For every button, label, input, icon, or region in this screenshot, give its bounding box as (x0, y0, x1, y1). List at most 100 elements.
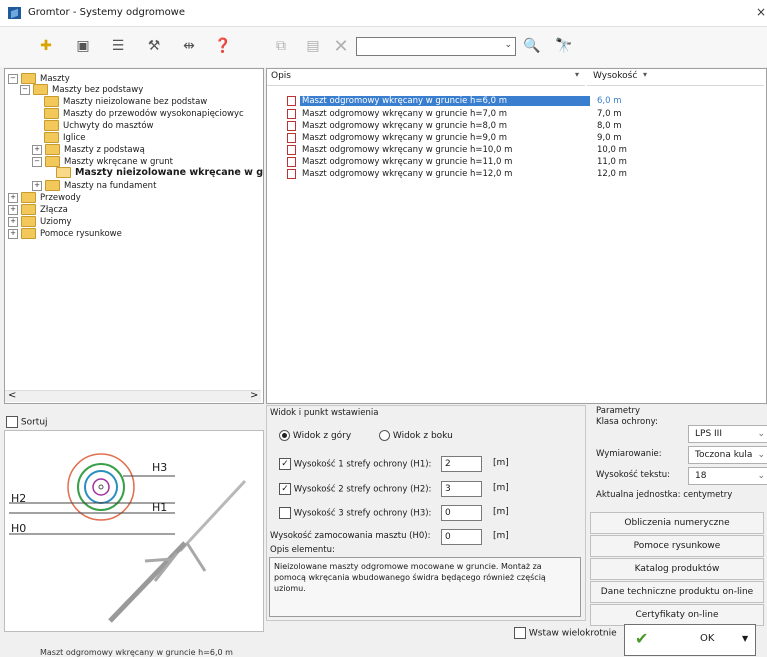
tree-item-uziomy[interactable]: + Uziomy (8, 216, 72, 227)
element-preview: H3 H2 H1 H0 (4, 430, 264, 632)
folder-icon (21, 216, 36, 227)
klasa-label: Klasa ochrony: (596, 417, 658, 427)
wymiarowanie-select[interactable]: Toczona kula ⌄ (688, 446, 767, 464)
list-row[interactable]: Maszt odgromowy wkręcany w gruncie h=8,0… (267, 120, 764, 131)
h2-checkbox[interactable]: ✓ Wysokość 2 strefy ochrony (H2): (279, 483, 431, 495)
list-icon[interactable]: ☰ (107, 35, 129, 57)
sort-checkbox-box[interactable] (6, 416, 18, 428)
certificates-online-button[interactable]: Certyfikaty on-line (590, 604, 764, 626)
copy-icon[interactable]: ⧉ (270, 35, 292, 57)
insert-multiple-checkbox[interactable]: Wstaw wielokrotnie (514, 627, 617, 639)
product-list[interactable]: Opis ▾ Wysokość ▾ Maszt odgromowy wkręca… (266, 68, 767, 404)
window-title: Gromtor - Systemy odgromowe (28, 7, 186, 18)
ok-button[interactable]: ✔ OK ▼ (624, 624, 756, 656)
folder-icon (44, 120, 59, 131)
description-box: Nieizolowane maszty odgromowe mocowane w… (269, 557, 581, 617)
tree-item-pomoce-rysunkowe[interactable]: + Pomoce rysunkowe (8, 228, 122, 239)
list-row[interactable]: Maszt odgromowy wkręcany w gruncie h=6,0… (267, 95, 764, 106)
radio-view-top[interactable]: Widok z góry (279, 430, 351, 441)
folder-open-icon (56, 167, 71, 178)
tree-item-maszty-nieizolowane-wkrecane[interactable]: Maszty nieizolowane wkręcane w gr (56, 167, 263, 178)
tree-item-przewody[interactable]: + Przewody (8, 192, 81, 203)
close-button[interactable]: × (756, 5, 766, 19)
h3-unit: [m] (493, 507, 509, 517)
ok-dropdown-arrow[interactable]: ▼ (742, 634, 748, 643)
checkmark-icon: ✔ (635, 629, 649, 648)
tree-item-maszty-na-fundament[interactable]: + Maszty na fundament (32, 180, 156, 191)
wymiarowanie-label: Wymiarowanie: (596, 449, 662, 459)
h3-input[interactable]: 0 (441, 505, 482, 521)
parameters-group-label: Parametry (596, 406, 641, 416)
tree-item-maszty-wkrecane[interactable]: − Maszty wkręcane w grunt (32, 156, 173, 167)
h3-checkbox[interactable]: Wysokość 3 strefy ochrony (H3): (279, 507, 431, 519)
chevron-down-icon[interactable]: ▾ (643, 70, 647, 79)
properties-icon[interactable]: ▤ (302, 35, 324, 57)
h0-label: Wysokość zamocowania masztu (H0): (270, 531, 431, 541)
tree-item-maszty-nieizolowane-bez-podstaw[interactable]: Maszty nieizolowane bez podstaw (44, 96, 207, 107)
list-row[interactable]: Maszt odgromowy wkręcany w gruncie h=7,0… (267, 108, 764, 119)
chevron-down-icon[interactable]: ⌄ (757, 468, 765, 484)
chevron-down-icon[interactable]: ⌄ (757, 426, 765, 442)
klasa-select[interactable]: LPS III ⌄ (688, 425, 767, 443)
tree-item-uchwyty[interactable]: Uchwyty do masztów (44, 120, 154, 131)
h2-input[interactable]: 3 (441, 481, 482, 497)
h1-input[interactable]: 2 (441, 456, 482, 472)
list-row[interactable]: Maszt odgromowy wkręcany w gruncie h=11,… (267, 156, 764, 167)
item-icon (287, 95, 296, 106)
tree-item-maszty[interactable]: − Maszty (8, 73, 70, 84)
folder-icon (21, 204, 36, 215)
label-h3: H3 (152, 461, 168, 474)
item-icon (287, 120, 296, 131)
label-h1: H1 (152, 501, 168, 514)
delete-icon[interactable]: ✕ (330, 35, 352, 57)
column-header-wysokosc[interactable]: Wysokość ▾ (587, 69, 764, 86)
label-h2: H2 (11, 492, 27, 505)
view-icon[interactable]: ▣ (72, 35, 94, 57)
folder-icon (21, 73, 36, 84)
list-row[interactable]: Maszt odgromowy wkręcany w gruncie h=12,… (267, 168, 764, 179)
product-catalog-button[interactable]: Katalog produktów (590, 558, 764, 580)
add-icon[interactable]: ✚ (35, 35, 57, 57)
folder-icon (44, 132, 59, 143)
tree-item-iglice[interactable]: Iglice (44, 132, 86, 143)
chevron-down-icon[interactable]: ⌄ (504, 40, 512, 50)
radio-view-side[interactable]: Widok z boku (379, 430, 453, 441)
app-icon (8, 7, 21, 19)
h1-checkbox[interactable]: ✓ Wysokość 1 strefy ochrony (H1): (279, 458, 431, 470)
measure-icon[interactable]: ⇹ (178, 35, 200, 57)
list-row[interactable]: Maszt odgromowy wkręcany w gruncie h=10,… (267, 144, 764, 155)
item-icon (287, 168, 296, 179)
folder-icon (45, 156, 60, 167)
h0-unit: [m] (493, 531, 509, 541)
current-unit-text: Aktualna jednostka: centymetry (596, 490, 733, 500)
h2-unit: [m] (493, 483, 509, 493)
folder-icon (44, 108, 59, 119)
tree-item-maszty-z-podstawa[interactable]: + Maszty z podstawą (32, 144, 145, 155)
chevron-down-icon[interactable]: ⌄ (757, 447, 765, 463)
tree-item-maszty-bez-podstawy[interactable]: − Maszty bez podstawy (20, 84, 143, 95)
chevron-down-icon[interactable]: ▾ (575, 70, 579, 79)
ok-label: OK (700, 633, 715, 644)
h0-input[interactable]: 0 (441, 529, 482, 545)
technical-data-online-button[interactable]: Dane techniczne produktu on-line (590, 581, 764, 603)
numerical-calculations-button[interactable]: Obliczenia numeryczne (590, 512, 764, 534)
list-row[interactable]: Maszt odgromowy wkręcany w gruncie h=9,0… (267, 132, 764, 143)
binoculars-icon[interactable]: 🔭 (553, 35, 575, 57)
tree-item-zlacza[interactable]: + Złącza (8, 204, 68, 215)
column-header-opis[interactable]: Opis ▾ (267, 69, 585, 86)
category-tree[interactable]: − Maszty − Maszty bez podstawy Maszty niei… (4, 68, 264, 404)
tree-horizontal-scrollbar[interactable]: < > (5, 390, 261, 402)
drawing-aids-button[interactable]: Pomoce rysunkowe (590, 535, 764, 557)
wysokosc-tekstu-label: Wysokość tekstu: (596, 470, 671, 480)
scroll-left-arrow-icon[interactable]: < (8, 390, 16, 401)
title-bar: Gromtor - Systemy odgromowe × (0, 0, 767, 27)
search-input[interactable]: ⌄ (356, 37, 516, 56)
tree-item-maszty-wysokonapieciowe[interactable]: Maszty do przewodów wysokonapięciowyc (44, 108, 244, 119)
description-text: Nieizolowane maszty odgromowe mocowane w… (274, 562, 546, 593)
search-icon[interactable]: 🔍 (521, 35, 543, 57)
wysokosc-tekstu-select[interactable]: 18 ⌄ (688, 467, 767, 485)
tool-icon[interactable]: ⚒ (143, 35, 165, 57)
sort-checkbox[interactable]: Sortuj (6, 416, 48, 428)
scroll-right-arrow-icon[interactable]: > (250, 390, 258, 401)
help-icon[interactable]: ❓ (212, 35, 234, 57)
